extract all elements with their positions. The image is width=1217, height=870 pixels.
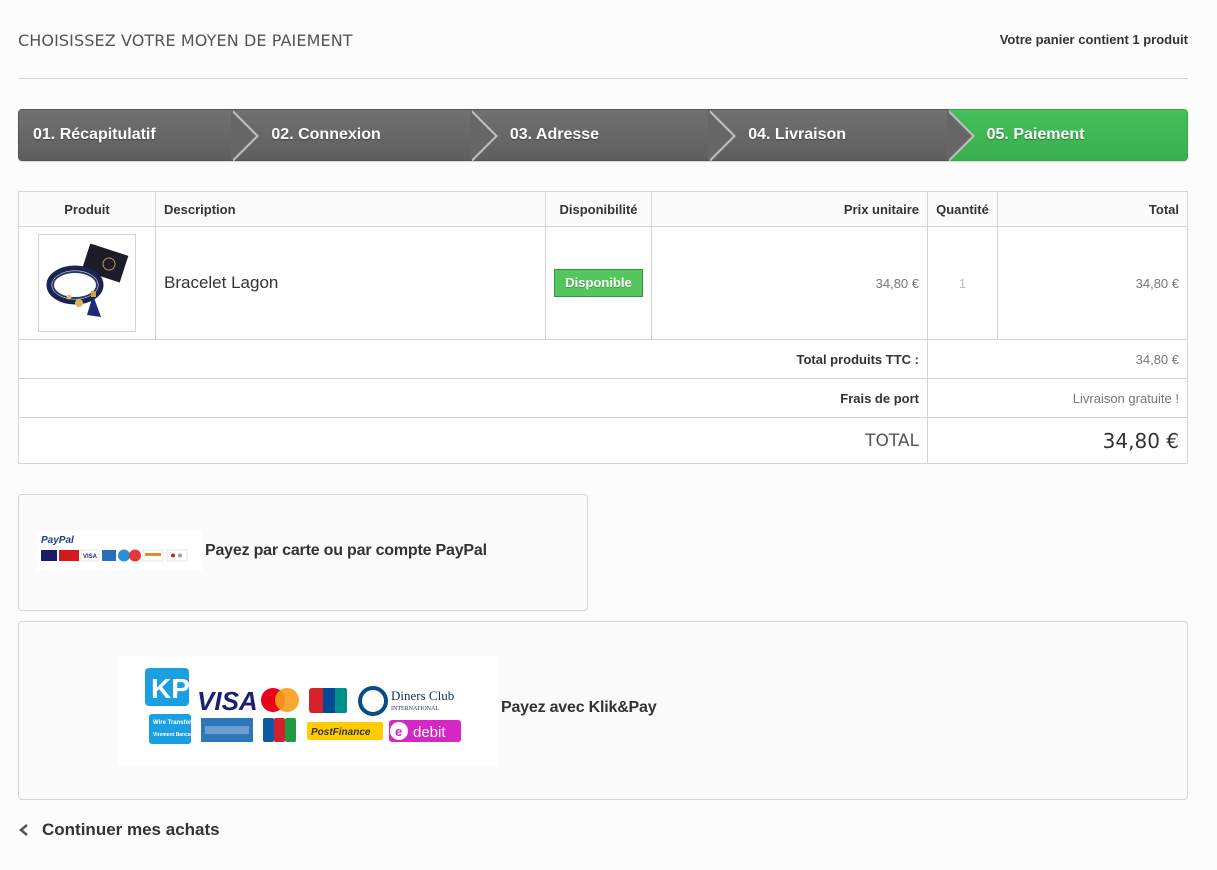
grand-total-value: 34,80 € — [927, 417, 1188, 464]
shipping-value: Livraison gratuite ! — [927, 378, 1188, 418]
step-login[interactable]: 02. Connexion — [233, 109, 498, 161]
step-label: 02. Connexion — [271, 126, 381, 143]
step-summary[interactable]: 01. Récapitulatif — [18, 109, 260, 161]
quantity-cell: 1 — [927, 226, 998, 340]
page-header: CHOISISSEZ VOTRE MOYEN DE PAIEMENT Votre… — [18, 22, 1188, 79]
product-thumbnail[interactable] — [38, 234, 136, 332]
paypal-logo: PayPal VISA — [37, 531, 202, 571]
paypal-cards-icon: PayPal VISA — [41, 535, 188, 562]
step-label: 04. Livraison — [748, 126, 847, 143]
diners-sub-text: INTERNATIONAL — [391, 706, 439, 712]
column-header-quantity: Quantité — [927, 191, 998, 227]
diners-logo-text: Diners Club — [391, 688, 454, 703]
step-shipping[interactable]: 04. Livraison — [710, 109, 975, 161]
availability-badge: Disponible — [554, 269, 643, 297]
table-row: Bracelet Lagon Disponible 34,80 € 1 34,8… — [18, 226, 1188, 340]
column-header-product: Produit — [18, 191, 156, 227]
step-address[interactable]: 03. Adresse — [471, 109, 737, 161]
payment-option-paypal[interactable]: PayPal VISA Payez par carte ou par compt… — [18, 494, 588, 611]
column-header-description: Description — [155, 191, 546, 227]
step-label: 03. Adresse — [509, 126, 600, 143]
grand-total-row: TOTAL 34,80 € — [18, 417, 1188, 464]
step-label: 01. Récapitulatif — [33, 126, 156, 143]
availability-cell: Disponible — [545, 226, 652, 340]
page-title: CHOISISSEZ VOTRE MOYEN DE PAIEMENT — [18, 31, 353, 50]
step-arrow — [469, 110, 498, 161]
edebit-logo-text: debit — [413, 724, 446, 741]
postfinance-logo-text: PostFinance — [311, 727, 371, 738]
products-total-row: Total produits TTC : 34,80 € — [18, 339, 1188, 379]
chevron-left-icon — [19, 824, 28, 836]
bracelet-image — [39, 235, 135, 331]
payment-option-klikpay[interactable]: KP VISA Diners Club INTERNATIONAL Wire T… — [18, 621, 1188, 800]
column-header-availability: Disponibilité — [545, 191, 652, 227]
klikpay-cards-icon: KP VISA Diners Club INTERNATIONAL Wire T… — [145, 668, 461, 744]
product-description-cell: Bracelet Lagon — [155, 226, 546, 340]
visa-logo-text: VISA — [197, 686, 258, 716]
products-total-label: Total produits TTC : — [18, 339, 928, 379]
continue-shopping-label: Continuer mes achats — [42, 820, 220, 839]
step-label: 05. Paiement — [986, 126, 1085, 143]
step-arrow — [946, 110, 975, 161]
grand-total-label: TOTAL — [18, 417, 928, 464]
products-total-value: 34,80 € — [927, 339, 1188, 379]
svg-text:KP: KP — [151, 673, 190, 704]
product-thumbnail-cell — [18, 226, 156, 340]
step-arrow — [231, 110, 260, 161]
wire-logo-text: Wire Transfer — [153, 720, 192, 726]
virement-logo-text: Virement Bancaire — [153, 732, 197, 738]
klikpay-logo: KP VISA Diners Club INTERNATIONAL Wire T… — [117, 656, 498, 766]
step-arrow — [708, 110, 737, 161]
step-payment: 05. Paiement — [948, 109, 1188, 161]
unit-price-cell: 34,80 € — [651, 226, 928, 340]
table-header-row: Produit Description Disponibilité Prix u… — [18, 191, 1188, 227]
klikpay-option-label: Payez avec Klik&Pay — [501, 699, 657, 716]
checkout-steps: 01. Récapitulatif 02. Connexion 03. Adre… — [18, 109, 1188, 161]
column-header-unit-price: Prix unitaire — [651, 191, 928, 227]
line-total-cell: 34,80 € — [997, 226, 1188, 340]
paypal-logo-text: PayPal — [41, 535, 74, 546]
column-header-total: Total — [997, 191, 1188, 227]
svg-text:e: e — [395, 724, 402, 739]
shipping-label: Frais de port — [18, 378, 928, 418]
continue-shopping-link[interactable]: Continuer mes achats — [18, 820, 220, 840]
product-name-link[interactable]: Bracelet Lagon — [164, 273, 278, 292]
shipping-row: Frais de port Livraison gratuite ! — [18, 378, 1188, 418]
paypal-option-label: Payez par carte ou par compte PayPal — [205, 542, 487, 559]
cart-table: Produit Description Disponibilité Prix u… — [18, 191, 1188, 464]
svg-text:VISA: VISA — [83, 554, 98, 560]
cart-summary: Votre panier contient 1 produit — [999, 32, 1188, 47]
